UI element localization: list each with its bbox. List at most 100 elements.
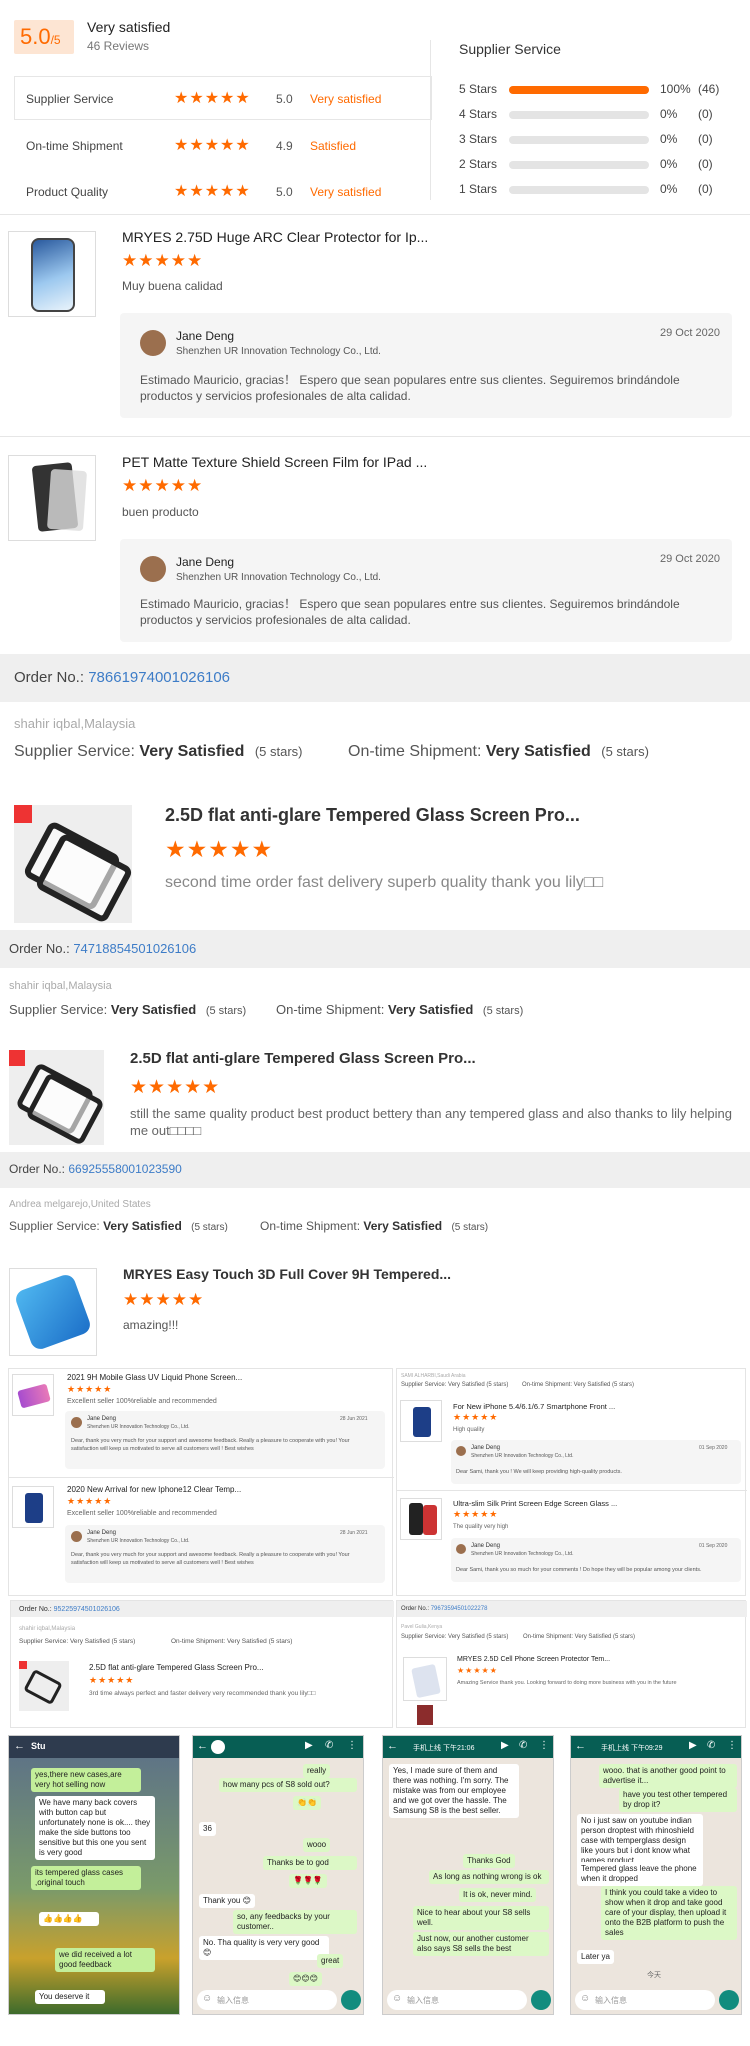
avatar <box>71 1531 82 1542</box>
product-thumbnail[interactable] <box>400 1400 442 1442</box>
phone-icon[interactable]: ✆ <box>519 1740 527 1751</box>
emoji-icon[interactable]: ☺ <box>392 1993 402 2004</box>
review-comment: High quality <box>453 1427 485 1433</box>
back-icon[interactable]: ← <box>14 1740 25 1752</box>
back-icon[interactable]: ← <box>197 1740 208 1752</box>
rating-label: Supplier Service <box>26 92 114 106</box>
chat-message: we did received a lot good feedback <box>55 1948 155 1972</box>
review-comment: Amazing Service thank you. Looking forwa… <box>457 1680 677 1686</box>
mic-button[interactable] <box>719 1990 739 2010</box>
distribution-label: 3 Stars <box>459 132 498 146</box>
rating-verdict: Very satisfied <box>310 185 382 199</box>
order-number[interactable]: 79673594501022278 <box>431 1606 488 1612</box>
product-title[interactable]: 2021 9H Mobile Glass UV Liquid Phone Scr… <box>67 1373 242 1382</box>
review-comment: Excellent seller 100%reliable and recomm… <box>67 1398 217 1405</box>
distribution-percent: 0% <box>660 132 678 146</box>
product-image-small <box>417 1705 433 1725</box>
order-number[interactable]: 66925558001023590 <box>68 1162 181 1176</box>
review-stars: ★★★★★ <box>67 1496 113 1506</box>
chat-message: 🌹🌹🌹 <box>289 1874 327 1888</box>
distribution-bar-fill <box>509 86 649 94</box>
collage-right-panel: SAMI ALHARBI,Saudi Arabia Supplier Servi… <box>396 1368 747 1596</box>
review-comment: still the same quality product best prod… <box>130 1106 732 1138</box>
product-thumbnail[interactable] <box>8 455 96 541</box>
video-call-icon[interactable]: ▶ <box>501 1740 509 1751</box>
distribution-label: 1 Stars <box>459 182 498 196</box>
product-title[interactable]: 2.5D flat anti-glare Tempered Glass Scre… <box>165 805 580 826</box>
message-input[interactable]: ☺ 输入信息 <box>575 1990 715 2010</box>
back-icon[interactable]: ← <box>387 1740 398 1752</box>
product-thumbnail[interactable] <box>9 1050 104 1145</box>
video-call-icon[interactable]: ▶ <box>689 1740 697 1751</box>
supplier-reply: Jane Deng Shenzhen UR Innovation Technol… <box>65 1525 385 1583</box>
emoji-icon[interactable]: ☺ <box>202 1993 212 2004</box>
product-thumbnail[interactable] <box>9 1268 97 1356</box>
menu-icon[interactable]: ⋮ <box>347 1740 357 1751</box>
chat-status: 手机上线 下午21:06 <box>413 1745 475 1752</box>
order-label: Order No.: 74718854501026106 <box>9 941 197 956</box>
mic-button[interactable] <box>531 1990 551 2010</box>
chat-message: really <box>303 1764 331 1778</box>
product-thumbnail[interactable] <box>8 231 96 317</box>
menu-icon[interactable]: ⋮ <box>727 1740 737 1751</box>
product-title[interactable]: MRYES Easy Touch 3D Full Cover 9H Temper… <box>123 1266 451 1282</box>
order-number[interactable]: 95225974501026106 <box>54 1606 120 1613</box>
chat-screenshot-2: ← ▶ ✆ ⋮ really how many pcs of S8 sold o… <box>192 1735 364 2015</box>
supplier-reply: Jane Deng Shenzhen UR Innovation Technol… <box>451 1440 741 1484</box>
product-title[interactable]: Ultra-slim Silk Print Screen Edge Screen… <box>453 1499 617 1508</box>
product-thumbnail[interactable] <box>14 805 132 923</box>
distribution-bar <box>509 186 649 194</box>
product-thumbnail[interactable] <box>12 1374 54 1416</box>
phone-icon[interactable]: ✆ <box>325 1740 333 1751</box>
product-thumbnail[interactable] <box>403 1657 447 1701</box>
product-title[interactable]: PET Matte Texture Shield Screen Film for… <box>122 454 427 470</box>
menu-icon[interactable]: ⋮ <box>539 1740 549 1751</box>
review-stars: ★★★★★ <box>123 1290 205 1309</box>
product-title[interactable]: MRYES 2.5D Cell Phone Screen Protector T… <box>457 1655 610 1664</box>
message-input[interactable]: ☺ 输入信息 <box>197 1990 337 2010</box>
order-label: Order No.: 78661974001026106 <box>14 669 231 686</box>
review-stars: ★★★★★ <box>453 1509 499 1519</box>
chat-message: so, any feedbacks by your customer.. <box>233 1910 357 1934</box>
back-icon[interactable]: ← <box>575 1740 586 1752</box>
product-title[interactable]: For New iPhone 5.4/6.1/6.7 Smartphone Fr… <box>453 1402 615 1411</box>
phone-icon[interactable]: ✆ <box>707 1740 715 1751</box>
input-placeholder: 输入信息 <box>407 1996 439 2005</box>
product-title[interactable]: 2.5D flat anti-glare Tempered Glass Scre… <box>130 1050 476 1067</box>
shipment-rating: On-time Shipment: Very Satisfied (5 star… <box>522 1382 635 1388</box>
overall-verdict: Very satisfied <box>87 19 171 35</box>
input-placeholder: 输入信息 <box>595 1996 627 2005</box>
product-thumbnail[interactable] <box>400 1498 442 1540</box>
reply-company: Shenzhen UR Innovation Technology Co., L… <box>176 572 381 583</box>
reply-date: 01 Sep 2020 <box>699 1445 728 1451</box>
review-stars: ★★★★★ <box>453 1412 499 1422</box>
mic-button[interactable] <box>341 1990 361 2010</box>
chat-message: You deserve it <box>35 1990 105 2004</box>
review-stars: ★★★★★ <box>122 251 204 270</box>
chat-contact-name: Stu <box>31 1741 46 1751</box>
product-title[interactable]: 2020 New Arrival for new Iphone12 Clear … <box>67 1485 241 1494</box>
buyer-name: shahir iqbal,Malaysia <box>14 716 136 731</box>
product-title[interactable]: 2.5D flat anti-glare Tempered Glass Scre… <box>89 1663 264 1672</box>
distribution-percent: 0% <box>660 157 678 171</box>
supplier-reply: Jane Deng Shenzhen UR Innovation Technol… <box>451 1538 741 1582</box>
product-thumbnail[interactable] <box>19 1661 69 1711</box>
order-label: Order No.: 66925558001023590 <box>9 1162 182 1176</box>
reply-text: Estimado Mauricio, gracias！ Espero que s… <box>140 373 680 403</box>
rating-value: 5.0 <box>276 92 293 106</box>
message-input[interactable]: ☺ 输入信息 <box>387 1990 527 2010</box>
supplier-rating: Supplier Service: Very Satisfied (5 star… <box>19 1638 136 1645</box>
avatar <box>140 330 166 356</box>
reply-text: Dear Sami, thank you so much for your co… <box>456 1567 702 1573</box>
reply-date: 29 Oct 2020 <box>660 553 720 565</box>
divider <box>0 436 750 437</box>
supplier-rating: Supplier Service: Very Satisfied (5 star… <box>401 1634 509 1640</box>
emoji-icon[interactable]: ☺ <box>580 1993 590 2004</box>
product-thumbnail[interactable] <box>12 1486 54 1528</box>
review-count[interactable]: 46 Reviews <box>87 39 149 53</box>
order-number[interactable]: 74718854501026106 <box>73 941 196 956</box>
product-title[interactable]: MRYES 2.75D Huge ARC Clear Protector for… <box>122 229 428 245</box>
video-call-icon[interactable]: ▶ <box>305 1740 313 1751</box>
chat-message: We have many back covers with button cap… <box>35 1796 155 1860</box>
order-number[interactable]: 78661974001026106 <box>88 669 230 686</box>
